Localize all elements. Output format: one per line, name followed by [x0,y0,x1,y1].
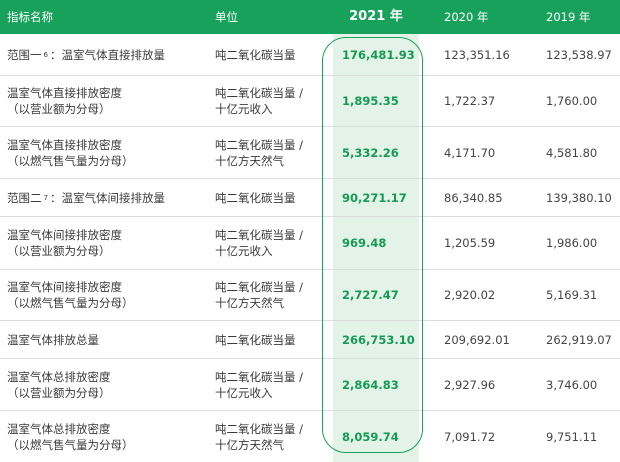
value-2019: 9,751.11 [546,429,598,444]
header-year-2020: 2020 年 [444,10,489,24]
current-year-outline [322,37,423,453]
indicator-unit: 吨二氧化碳当量 / 十亿方天然气 [215,137,304,168]
value-2019: 5,169.31 [546,288,598,302]
table-row: 温室气体总排放密度 （以燃气售气量为分母） 吨二氧化碳当量 / 十亿方天然气 8… [0,411,620,462]
ghg-emissions-table: 指标名称 单位 2021 年 2020 年 2019 年 范围一 6 ：温室气体直接… [0,0,620,462]
indicator-unit: 吨二氧化碳当量 / 十亿元收入 [215,369,304,400]
value-2020: 7,091.72 [444,429,496,444]
value-2020: 1,722.37 [444,94,496,108]
indicator-name: 温室气体总排放密度 （以燃气售气量为分母） [7,421,134,452]
table-row: 温室气体间接排放密度 （以营业额为分母） 吨二氧化碳当量 / 十亿元收入 969… [0,217,620,270]
indicator-unit: 吨二氧化碳当量 [215,332,296,347]
indicator-name: 温室气体直接排放密度 （以营业额为分母） [7,86,122,116]
indicator-name: 温室气体间接排放密度 （以燃气售气量为分母） [7,280,134,310]
table-row: 温室气体总排放密度 （以营业额为分母） 吨二氧化碳当量 / 十亿元收入 2,86… [0,359,620,411]
value-2020: 209,692.01 [444,332,510,347]
value-2019: 123,538.97 [546,47,612,62]
header-year-2021: 2021 年 [349,9,403,24]
table-row: 温室气体间接排放密度 （以燃气售气量为分母） 吨二氧化碳当量 / 十亿方天然气 … [0,270,620,321]
value-2019: 1,986.00 [546,236,598,250]
indicator-unit: 吨二氧化碳当量 / 十亿元收入 [215,228,304,258]
indicator-unit: 吨二氧化碳当量 / 十亿方天然气 [215,421,304,452]
indicator-unit: 吨二氧化碳当量 / 十亿方天然气 [215,280,304,310]
header-unit: 单位 [215,10,238,24]
table-row: 范围二 7 ：温室气体间接排放量 吨二氧化碳当量 90,271.17 86,340.… [0,179,620,217]
indicator-name: 温室气体排放总量 [7,332,99,347]
indicator-name: 温室气体总排放密度 （以营业额为分母） [7,369,111,400]
value-2019: 3,746.00 [546,377,598,392]
table-row: 温室气体排放总量 吨二氧化碳当量 266,753.10 209,692.01 2… [0,321,620,359]
value-2020: 86,340.85 [444,190,503,205]
indicator-unit: 吨二氧化碳当量 [215,190,296,205]
header-indicator-name: 指标名称 [7,10,53,24]
table-row: 温室气体直接排放密度 （以燃气售气量为分母） 吨二氧化碳当量 / 十亿方天然气 … [0,127,620,179]
value-2020: 2,920.02 [444,288,496,302]
indicator-name: 温室气体直接排放密度 （以燃气售气量为分母） [7,137,134,168]
table-header: 指标名称 单位 2021 年 2020 年 2019 年 [0,0,620,34]
table-row: 范围一 6 ：温室气体直接排放量 吨二氧化碳当量 176,481.93 123,35… [0,34,620,76]
indicator-name: 范围二 7 ：温室气体间接排放量 [7,190,165,205]
indicator-name: 范围一 6 ：温室气体直接排放量 [7,47,165,62]
indicator-unit: 吨二氧化碳当量 [215,47,296,62]
value-2019: 1,760.00 [546,94,598,108]
table-row: 温室气体直接排放密度 （以营业额为分母） 吨二氧化碳当量 / 十亿元收入 1,8… [0,76,620,127]
header-year-2019: 2019 年 [546,10,591,24]
value-2019: 139,380.10 [546,190,612,205]
value-2020: 4,171.70 [444,145,496,160]
value-2019: 4,581.80 [546,145,598,160]
value-2020: 1,205.59 [444,236,496,250]
value-2020: 123,351.16 [444,47,510,62]
value-2020: 2,927.96 [444,377,496,392]
value-2019: 262,919.07 [546,332,612,347]
indicator-name: 温室气体间接排放密度 （以营业额为分母） [7,228,122,258]
indicator-unit: 吨二氧化碳当量 / 十亿元收入 [215,86,304,116]
